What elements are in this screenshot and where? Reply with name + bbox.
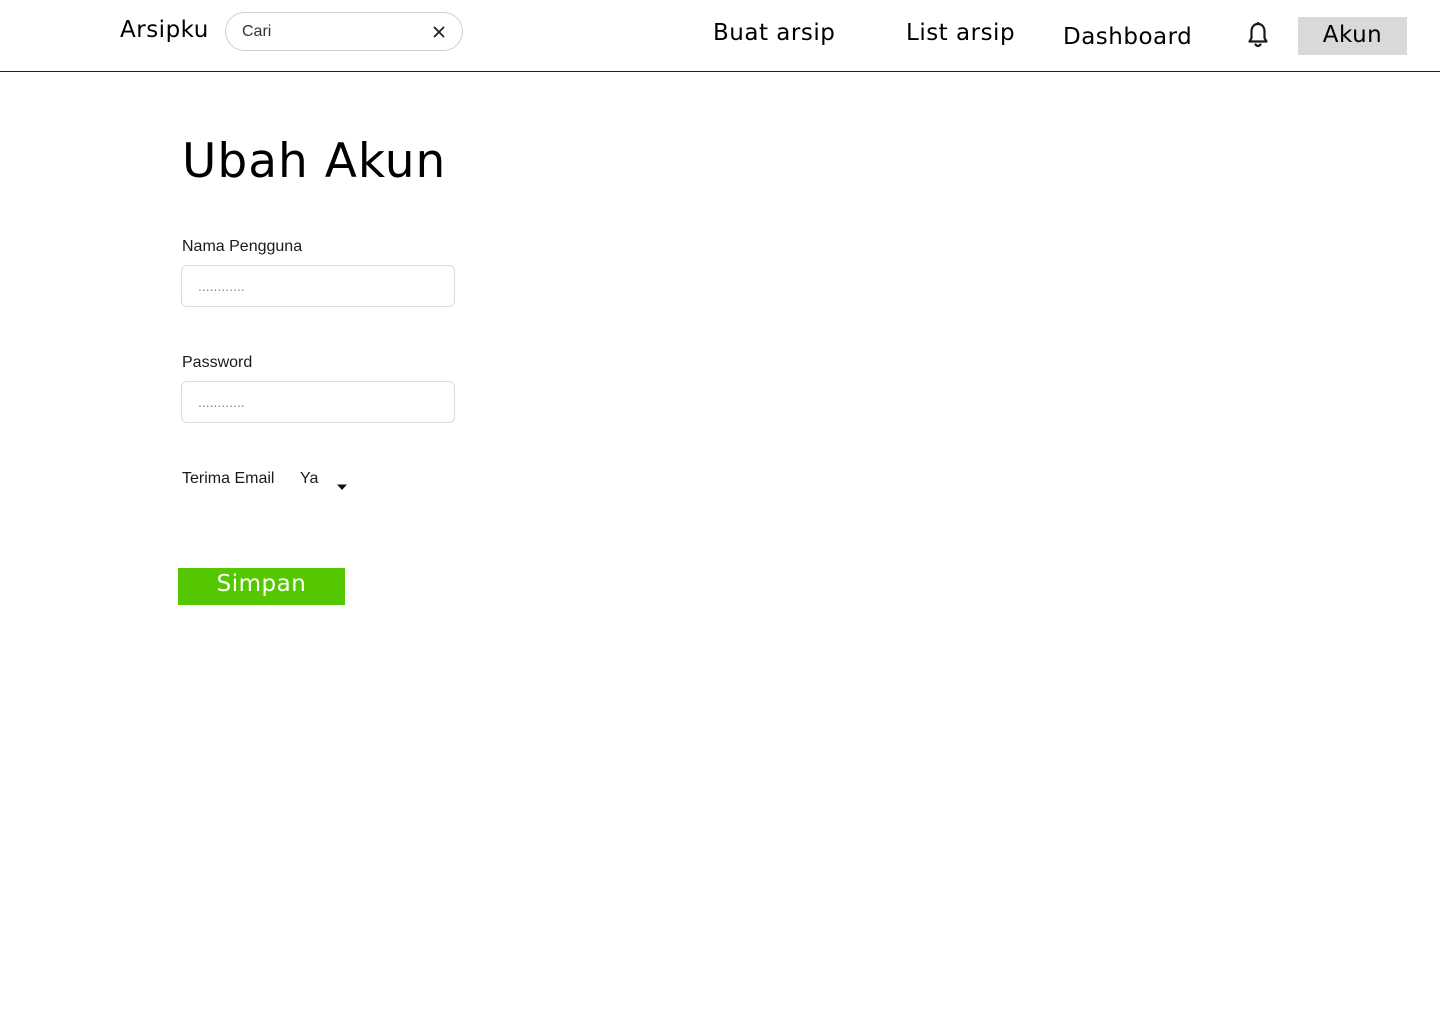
brand-logo[interactable]: Arsipku [120, 17, 209, 43]
search-box[interactable]: Cari [225, 12, 463, 51]
chevron-down-icon[interactable] [336, 476, 348, 490]
nav-list-arsip[interactable]: List arsip [906, 20, 1015, 46]
nav-dashboard[interactable]: Dashboard [1063, 24, 1192, 50]
username-field[interactable] [181, 265, 455, 307]
account-button[interactable]: Akun [1298, 17, 1407, 55]
close-icon[interactable] [432, 24, 446, 38]
top-navbar: Arsipku Cari Buat arsip List arsip Dashb… [0, 0, 1440, 72]
password-label: Password [182, 354, 253, 371]
username-label: Nama Pengguna [182, 238, 303, 255]
password-field[interactable] [181, 381, 455, 423]
nav-buat-arsip[interactable]: Buat arsip [713, 20, 835, 46]
receive-email-value[interactable]: Ya [300, 470, 318, 488]
receive-email-label: Terima Email [182, 470, 275, 487]
search-input[interactable]: Cari [242, 23, 271, 41]
bell-icon[interactable] [1246, 21, 1270, 49]
page-title: Ubah Akun [182, 134, 447, 189]
save-button[interactable]: Simpan [178, 568, 345, 605]
receive-email-select[interactable]: Ya [300, 470, 360, 490]
page: Arsipku Cari Buat arsip List arsip Dashb… [0, 0, 1440, 1024]
